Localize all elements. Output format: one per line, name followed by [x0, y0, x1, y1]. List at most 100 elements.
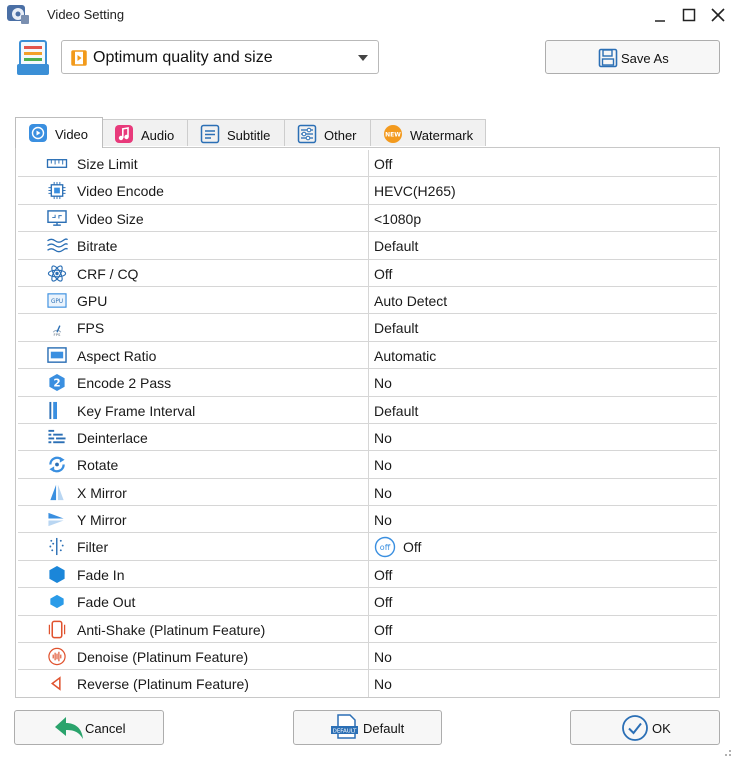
table-row[interactable]: Rotate No: [18, 451, 717, 479]
title-bar: Video Setting: [0, 0, 734, 30]
table-row[interactable]: Bitrate Default: [18, 232, 717, 260]
table-row[interactable]: Anti-Shake (Platinum Feature) Off: [18, 615, 717, 644]
setting-name-cell: Bitrate: [18, 232, 369, 259]
setting-value-cell[interactable]: Off: [369, 588, 717, 614]
setting-name: Anti-Shake (Platinum Feature): [77, 621, 266, 638]
svg-text:2: 2: [53, 377, 60, 389]
setting-value-cell[interactable]: Off: [369, 561, 717, 587]
ok-button[interactable]: OK: [570, 710, 720, 745]
setting-name: CRF / CQ: [77, 265, 139, 282]
reverse-icon: [50, 676, 61, 692]
cancel-button[interactable]: Cancel: [14, 710, 164, 745]
maximize-button[interactable]: [677, 4, 701, 26]
setting-value-cell[interactable]: No: [369, 643, 717, 669]
setting-name: Denoise (Platinum Feature): [77, 649, 249, 666]
table-row[interactable]: Size Limit Off: [18, 150, 717, 178]
table-row[interactable]: Reverse (Platinum Feature) No: [18, 670, 717, 697]
waves-icon: [47, 238, 68, 253]
new-badge-icon: NEW: [384, 125, 402, 143]
setting-name-cell: Fade In: [18, 560, 369, 588]
preset-dropdown[interactable]: Optimum quality and size: [61, 40, 379, 74]
setting-value-cell[interactable]: No: [369, 451, 717, 477]
setting-value-cell[interactable]: Default: [369, 397, 717, 423]
resize-grip-icon[interactable]: [722, 747, 732, 757]
table-row[interactable]: Filter off Off: [18, 533, 717, 561]
setting-value-cell[interactable]: Auto Detect: [369, 287, 717, 313]
off-toggle-icon[interactable]: off: [374, 536, 396, 558]
table-row[interactable]: Fade Out Off: [18, 588, 717, 616]
setting-value: No: [374, 676, 392, 693]
setting-name: Y Mirror: [77, 512, 127, 529]
tab-audio[interactable]: Audio: [101, 119, 188, 146]
setting-value-cell[interactable]: No: [369, 479, 717, 505]
table-row[interactable]: X Mirror No: [18, 478, 717, 507]
setting-name-cell: Reverse (Platinum Feature): [18, 670, 369, 697]
setting-value: Default: [374, 320, 419, 337]
setting-value: Default: [374, 402, 419, 419]
table-row[interactable]: CRF / CQ Off: [18, 259, 717, 287]
table-row[interactable]: 2 Encode 2 Pass No: [18, 369, 717, 397]
setting-value-cell[interactable]: No: [369, 670, 717, 696]
setting-name-cell: Anti-Shake (Platinum Feature): [18, 615, 369, 643]
setting-value-cell[interactable]: Off: [369, 260, 717, 286]
setting-value-cell[interactable]: HEVC(H265): [369, 177, 717, 203]
tab-watermark[interactable]: NEW Watermark: [370, 119, 486, 146]
setting-name: Encode 2 Pass: [77, 375, 172, 392]
table-row[interactable]: Y Mirror No: [18, 506, 717, 534]
y-mirror-icon: [48, 512, 64, 527]
tab-video[interactable]: Video: [15, 117, 103, 148]
x-mirror-icon: [50, 484, 64, 500]
setting-value: <1080p: [374, 210, 422, 227]
table-row[interactable]: Video Encode HEVC(H265): [18, 177, 717, 205]
tab-label: Audio: [141, 128, 175, 143]
setting-value-cell[interactable]: No: [369, 424, 717, 450]
setting-value-cell[interactable]: Default: [369, 232, 717, 258]
save-as-button[interactable]: Save As: [545, 40, 720, 74]
table-row[interactable]: Key Frame Interval Default: [18, 396, 717, 424]
music-icon: [115, 125, 133, 143]
table-row[interactable]: Deinterlace No: [18, 423, 717, 452]
tab-label: Other: [324, 128, 357, 143]
setting-value-cell[interactable]: Default: [369, 314, 717, 340]
setting-value-cell[interactable]: off Off: [369, 533, 717, 559]
setting-value-cell[interactable]: No: [369, 506, 717, 532]
setting-value-cell[interactable]: <1080p: [369, 205, 717, 231]
default-button[interactable]: DEFAULT Default: [293, 710, 442, 745]
setting-value: Automatic: [374, 347, 437, 364]
setting-name-cell: Key Frame Interval: [18, 396, 369, 423]
setting-name-cell: GPU GPU: [18, 286, 369, 314]
table-row[interactable]: FPS FPS Default: [18, 314, 717, 342]
setting-name: Fade In: [77, 566, 125, 583]
tab-other[interactable]: Other: [284, 119, 371, 146]
gpu-icon: GPU: [47, 293, 67, 308]
setting-value: Off: [374, 594, 393, 611]
setting-name: Filter: [77, 539, 109, 556]
tab-subtitle[interactable]: Subtitle: [187, 119, 285, 146]
fade-out-icon: [50, 595, 64, 609]
table-row[interactable]: Fade In Off: [18, 560, 717, 589]
svg-text:GPU: GPU: [51, 299, 63, 305]
setting-name: Video Encode: [77, 183, 164, 200]
floppy-disk-icon: [598, 48, 618, 68]
table-row[interactable]: Aspect Ratio Automatic: [18, 341, 717, 370]
anti-shake-icon: [48, 620, 66, 638]
setting-value: No: [374, 512, 392, 529]
video-icon: [29, 124, 47, 142]
setting-value: Auto Detect: [374, 292, 448, 309]
setting-value-cell[interactable]: Off: [369, 616, 717, 642]
monitor-icon: [47, 209, 67, 226]
setting-value-cell[interactable]: Automatic: [369, 342, 717, 368]
setting-value-cell[interactable]: No: [369, 369, 717, 395]
table-row[interactable]: GPU GPU Auto Detect: [18, 286, 717, 315]
minimize-button[interactable]: [648, 4, 672, 26]
close-button[interactable]: [706, 4, 730, 26]
chip-icon: [48, 182, 66, 200]
ruler-icon: [46, 159, 68, 168]
video-settings-panel: Size Limit Off Video Encode HEVC(H265) Video…: [15, 147, 720, 698]
keyframe-icon: [49, 401, 57, 419]
setting-name: Video Size: [77, 210, 144, 227]
setting-name: Fade Out: [77, 594, 136, 611]
setting-value-cell[interactable]: Off: [369, 150, 717, 176]
table-row[interactable]: Denoise (Platinum Feature) No: [18, 643, 717, 671]
table-row[interactable]: Video Size <1080p: [18, 204, 717, 233]
